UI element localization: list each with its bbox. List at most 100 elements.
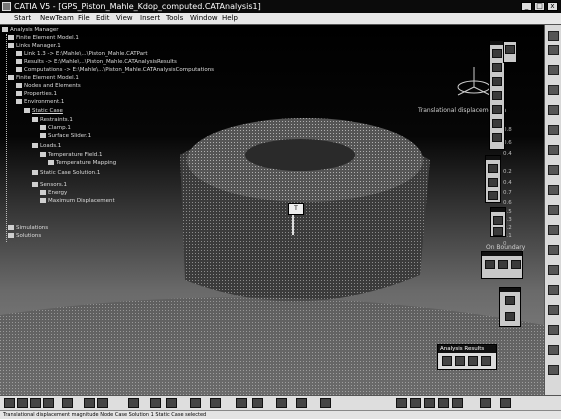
tree-node[interactable]: Static Case xyxy=(24,108,63,115)
tool-icon[interactable] xyxy=(505,45,515,54)
tree-node[interactable]: Nodes and Elements xyxy=(16,83,81,90)
menu-file[interactable]: File xyxy=(78,13,90,24)
results-tool-button[interactable] xyxy=(468,356,478,366)
tool-icon[interactable] xyxy=(396,398,407,408)
palette-grip[interactable] xyxy=(486,156,500,160)
tool-icon[interactable] xyxy=(548,31,559,41)
tool-icon[interactable] xyxy=(480,398,491,408)
results-tool-button[interactable] xyxy=(455,356,465,366)
tool-icon[interactable] xyxy=(84,398,95,408)
tool-icon[interactable] xyxy=(492,49,502,58)
tool-icon[interactable] xyxy=(488,178,498,187)
title-bar[interactable]: CATIA V5 - [GPS_Piston_Mahle_Kdop_comput… xyxy=(0,0,561,13)
tool-icon[interactable] xyxy=(488,191,498,200)
tool-icon[interactable] xyxy=(548,325,559,335)
tool-icon[interactable] xyxy=(150,398,161,408)
tree-node[interactable]: Static Case Solution.1 xyxy=(32,170,100,177)
tool-icon[interactable] xyxy=(452,398,463,408)
tree-node[interactable]: Loads.1 xyxy=(32,143,61,150)
tool-icon[interactable] xyxy=(548,265,559,275)
tool-icon[interactable] xyxy=(485,260,495,269)
menu-newteam[interactable]: NewTeam xyxy=(40,13,74,24)
tool-icon[interactable] xyxy=(548,145,559,155)
3d-viewport[interactable]: Analysis Manager Finite Element Model.1 … xyxy=(0,25,544,395)
tree-node[interactable]: Link 1.3 -> E:\Mahle\...\Piston_Mahle.CA… xyxy=(16,51,148,58)
menu-tools[interactable]: Tools xyxy=(166,13,183,24)
menu-window[interactable]: Window xyxy=(190,13,218,24)
tree-node[interactable]: Finite Element Model.1 xyxy=(8,75,79,82)
tree-node[interactable]: Clamp.1 xyxy=(40,125,71,132)
tool-icon[interactable] xyxy=(548,85,559,95)
tool-icon[interactable] xyxy=(548,205,559,215)
tool-icon[interactable] xyxy=(511,260,521,269)
tool-icon[interactable] xyxy=(320,398,331,408)
tool-icon[interactable] xyxy=(505,296,515,305)
tree-node[interactable]: Solutions xyxy=(8,233,41,240)
close-button[interactable]: x xyxy=(547,2,558,11)
tool-icon[interactable] xyxy=(548,245,559,255)
tool-icon[interactable] xyxy=(548,225,559,235)
tool-icon[interactable] xyxy=(410,398,421,408)
tree-node[interactable]: Analysis Manager xyxy=(2,27,59,34)
tool-icon[interactable] xyxy=(492,119,502,128)
tool-icon[interactable] xyxy=(43,398,54,408)
maximize-button[interactable]: □ xyxy=(534,2,545,11)
tree-node[interactable]: Computations -> E:\Mahle\...\Piston_Mahl… xyxy=(16,67,214,74)
tool-icon[interactable] xyxy=(548,45,559,55)
tool-icon[interactable] xyxy=(548,305,559,315)
results-tool-button[interactable] xyxy=(481,356,491,366)
tool-icon[interactable] xyxy=(252,398,263,408)
tool-icon[interactable] xyxy=(548,65,559,75)
tree-node[interactable]: Surface Slider.1 xyxy=(40,133,91,140)
tool-icon[interactable] xyxy=(128,398,139,408)
tool-icon[interactable] xyxy=(548,365,559,375)
menu-view[interactable]: View xyxy=(116,13,133,24)
tool-icon[interactable] xyxy=(492,105,502,114)
tree-node[interactable]: Properties.1 xyxy=(16,91,57,98)
tool-icon[interactable] xyxy=(17,398,28,408)
results-tool-button[interactable] xyxy=(442,356,452,366)
menu-edit[interactable]: Edit xyxy=(96,13,110,24)
tool-icon[interactable] xyxy=(548,165,559,175)
tool-icon[interactable] xyxy=(548,125,559,135)
tool-icon[interactable] xyxy=(492,91,502,100)
tool-icon[interactable] xyxy=(500,398,511,408)
tool-icon[interactable] xyxy=(236,398,247,408)
tool-icon[interactable] xyxy=(190,398,201,408)
tool-icon[interactable] xyxy=(488,164,498,173)
tree-node[interactable]: Energy xyxy=(40,190,67,197)
tree-node[interactable]: Results -> E:\Mahle\...\Piston_Mahle.CAT… xyxy=(16,59,177,66)
tool-icon[interactable] xyxy=(210,398,221,408)
menu-help[interactable]: Help xyxy=(222,13,238,24)
tool-icon[interactable] xyxy=(548,185,559,195)
tool-icon[interactable] xyxy=(493,227,503,236)
tool-icon[interactable] xyxy=(548,285,559,295)
tool-icon[interactable] xyxy=(492,77,502,86)
tool-icon[interactable] xyxy=(505,312,515,321)
palette-grip[interactable] xyxy=(491,208,505,212)
tree-node[interactable]: Links Manager.1 xyxy=(8,43,61,50)
tree-node[interactable]: Maximum Displacement xyxy=(40,198,115,205)
menu-start[interactable]: Start xyxy=(14,13,31,24)
tree-node[interactable]: Temperature Mapping xyxy=(48,160,116,167)
tool-icon[interactable] xyxy=(166,398,177,408)
tool-icon[interactable] xyxy=(492,133,502,142)
tool-icon[interactable] xyxy=(492,63,502,72)
minimize-button[interactable]: _ xyxy=(521,2,532,11)
tool-icon[interactable] xyxy=(30,398,41,408)
tool-icon[interactable] xyxy=(4,398,15,408)
probe-marker[interactable]: T xyxy=(288,203,304,215)
tree-node[interactable]: Restraints.1 xyxy=(32,117,73,124)
tool-icon[interactable] xyxy=(62,398,73,408)
tree-node[interactable]: Simulations xyxy=(8,225,48,232)
tree-node[interactable]: Finite Element Model.1 xyxy=(8,35,79,42)
palette-grip[interactable] xyxy=(490,41,504,45)
tool-icon[interactable] xyxy=(424,398,435,408)
tree-node[interactable]: Sensors.1 xyxy=(32,182,67,189)
palette-grip[interactable] xyxy=(482,252,522,256)
tool-icon[interactable] xyxy=(548,345,559,355)
tool-icon[interactable] xyxy=(276,398,287,408)
tool-icon[interactable] xyxy=(498,260,508,269)
tool-icon[interactable] xyxy=(548,105,559,115)
palette-grip[interactable] xyxy=(500,288,520,292)
